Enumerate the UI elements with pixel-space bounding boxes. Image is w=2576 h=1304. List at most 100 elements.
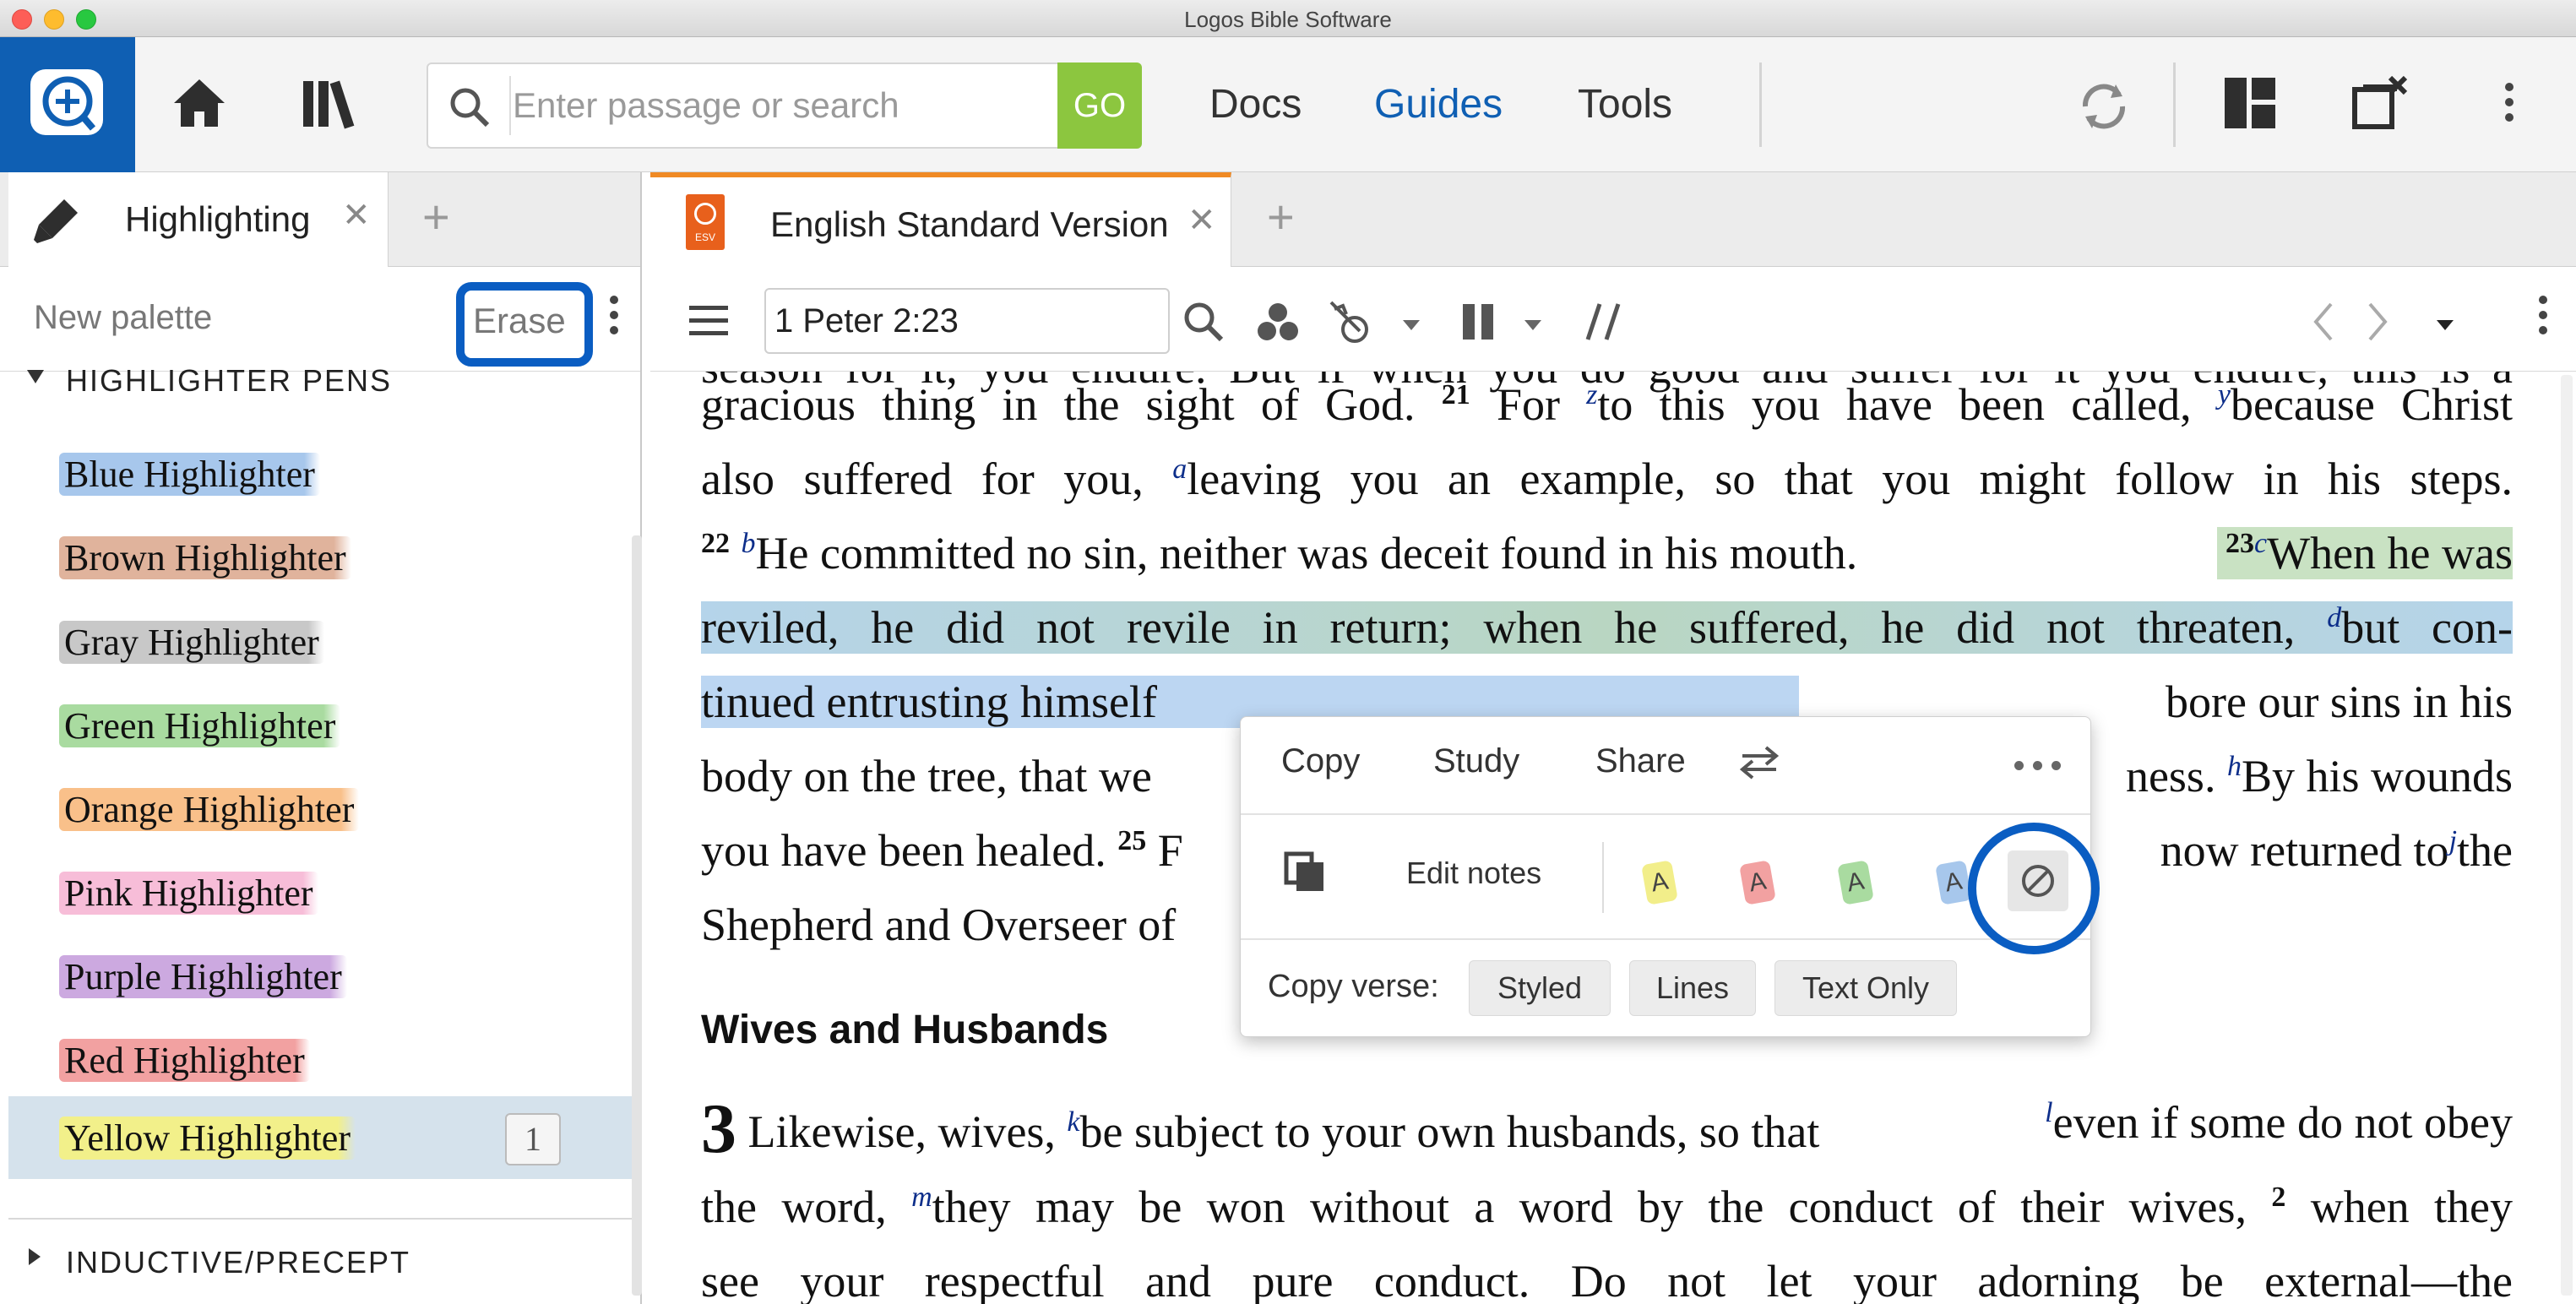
left-scrollbar[interactable] bbox=[632, 535, 642, 1296]
logos-logo-button[interactable] bbox=[0, 37, 135, 172]
panel-menu-icon[interactable] bbox=[689, 304, 728, 338]
highlighter-pen-icon bbox=[34, 199, 78, 243]
yellow-count-badge: 1 bbox=[505, 1113, 561, 1165]
toolbar-divider bbox=[1759, 62, 1762, 147]
esv-book-icon: ESV bbox=[686, 194, 725, 250]
highlighting-panel: Highlighting ✕ + New palette Erase HIGHL… bbox=[0, 172, 642, 1304]
bible-scrollbar[interactable] bbox=[2561, 375, 2573, 1296]
swap-icon[interactable] bbox=[1739, 746, 1780, 780]
palette-name[interactable]: New palette bbox=[34, 299, 212, 337]
tab-esv[interactable]: ESV English Standard Version ✕ bbox=[650, 172, 1231, 267]
search-divider bbox=[509, 76, 511, 135]
yellow-chip[interactable]: A bbox=[1639, 860, 1680, 905]
interlinear-icon[interactable] bbox=[1326, 297, 1377, 346]
pen-red[interactable]: Red Highlighter bbox=[59, 1039, 310, 1082]
sync-icon[interactable] bbox=[2073, 76, 2134, 137]
close-panels-icon[interactable] bbox=[2350, 73, 2410, 133]
history-dropdown-icon[interactable] bbox=[2436, 319, 2454, 331]
highlighted-text[interactable]: 23cWhen he was bbox=[2217, 527, 2513, 579]
parallel-icon[interactable] bbox=[1461, 302, 1495, 341]
nav-guides[interactable]: Guides bbox=[1374, 81, 1503, 128]
bible-panel-menu-icon[interactable] bbox=[2539, 296, 2547, 341]
verse-line-highlighted[interactable]: reviled, he did not revile in return; wh… bbox=[701, 601, 2513, 654]
logos-logo-icon bbox=[30, 69, 103, 135]
footnote-marker: k bbox=[1067, 1106, 1080, 1138]
verse-line: gracious thing in the sight of God. 21 F… bbox=[701, 379, 2514, 430]
green-chip[interactable]: A bbox=[1835, 860, 1876, 905]
visual-filters-icon[interactable] bbox=[1255, 299, 1301, 345]
footnote-marker: h bbox=[2226, 751, 2242, 782]
tab-highlighting-close[interactable]: ✕ bbox=[342, 196, 371, 235]
popup-separator-2 bbox=[1241, 938, 2090, 940]
left-divider bbox=[8, 1218, 632, 1220]
section-inductive-precept[interactable]: INDUCTIVE/PRECEPT bbox=[66, 1245, 410, 1280]
verse-line: 3 Likewise, wives, kbe subject to your o… bbox=[701, 1089, 2513, 1168]
pen-pink[interactable]: Pink Highlighter bbox=[59, 872, 318, 915]
go-button[interactable]: GO bbox=[1057, 62, 1142, 149]
pen-yellow-row[interactable]: Yellow Highlighter 1 bbox=[8, 1096, 632, 1179]
add-tab-button-right[interactable]: + bbox=[1267, 189, 1295, 244]
tab-esv-label: English Standard Version bbox=[770, 204, 1169, 244]
footnote-marker: z bbox=[1586, 379, 1598, 410]
footnote-marker: j bbox=[2448, 825, 2458, 856]
nav-docs[interactable]: Docs bbox=[1209, 81, 1302, 128]
reference-box[interactable] bbox=[764, 288, 1170, 354]
copy-text-only-button[interactable]: Text Only bbox=[1774, 960, 1957, 1016]
pen-blue[interactable]: Blue Highlighter bbox=[59, 453, 320, 496]
pen-purple[interactable]: Purple Highlighter bbox=[59, 955, 347, 998]
interlinear-dropdown-icon[interactable] bbox=[1402, 319, 1421, 331]
verse-line: see your respectful and pure conduct. Do… bbox=[701, 1256, 2513, 1304]
search-panel-icon[interactable] bbox=[1181, 299, 1226, 345]
footnote-marker: m bbox=[911, 1182, 932, 1213]
parallel-dropdown-icon[interactable] bbox=[1524, 319, 1542, 331]
left-tab-bar: Highlighting ✕ + bbox=[0, 172, 640, 267]
palette-menu-icon[interactable] bbox=[610, 296, 618, 341]
copy-lines-button[interactable]: Lines bbox=[1629, 960, 1756, 1016]
verse-line: 22 bHe committed no sin, neither was dec… bbox=[701, 527, 2513, 579]
popup-vdivider bbox=[1602, 842, 1604, 913]
verse-number: 2 bbox=[2271, 1182, 2286, 1213]
pen-gray[interactable]: Gray Highlighter bbox=[59, 621, 324, 664]
layouts-icon[interactable] bbox=[2223, 76, 2277, 130]
popup-separator bbox=[1241, 813, 2090, 815]
expand-triangle-icon[interactable] bbox=[27, 1247, 42, 1267]
footnote-marker: d bbox=[2327, 602, 2342, 633]
copy-styled-button[interactable]: Styled bbox=[1469, 960, 1611, 1016]
search-icon[interactable] bbox=[447, 84, 492, 130]
nav-tools[interactable]: Tools bbox=[1578, 81, 1672, 128]
window-title: Logos Bible Software bbox=[1184, 7, 1392, 32]
red-chip[interactable]: A bbox=[1737, 860, 1778, 905]
tab-esv-close[interactable]: ✕ bbox=[1187, 201, 1216, 240]
footnote-marker: l bbox=[2045, 1097, 2053, 1128]
more-menu-icon[interactable] bbox=[2505, 83, 2514, 128]
popup-copy[interactable]: Copy bbox=[1281, 742, 1360, 780]
section-highlighter-pens[interactable]: HIGHLIGHTER PENS bbox=[66, 363, 392, 399]
add-tab-button[interactable]: + bbox=[422, 189, 450, 244]
popup-study[interactable]: Study bbox=[1433, 742, 1519, 780]
collapse-triangle-icon[interactable] bbox=[25, 368, 46, 385]
footnote-marker: y bbox=[2217, 379, 2231, 410]
copy-notes-icon[interactable] bbox=[1283, 850, 1327, 894]
selection-popup: Copy Study Share Edit notes A A A A Copy… bbox=[1240, 716, 2091, 1037]
library-icon[interactable] bbox=[300, 73, 364, 133]
edit-notes-button[interactable]: Edit notes bbox=[1406, 856, 1541, 891]
back-arrow-icon[interactable] bbox=[2311, 301, 2336, 343]
home-icon[interactable] bbox=[169, 73, 230, 133]
verse-number: 22 bbox=[701, 528, 730, 559]
verse-line: the word, mthey may be won without a wor… bbox=[701, 1182, 2513, 1232]
verse-line: Shepherd and Overseer of bbox=[701, 899, 1177, 950]
tab-highlighting[interactable]: Highlighting ✕ bbox=[8, 172, 389, 267]
pen-orange[interactable]: Orange Highlighter bbox=[59, 788, 360, 831]
bible-toolbar bbox=[650, 267, 2576, 372]
forward-arrow-icon[interactable] bbox=[2365, 301, 2390, 343]
pen-brown[interactable]: Brown Highlighter bbox=[59, 536, 351, 579]
title-bar: Logos Bible Software bbox=[0, 0, 2576, 37]
popup-share[interactable]: Share bbox=[1595, 742, 1686, 780]
sync-resources-icon[interactable] bbox=[1583, 301, 1625, 343]
pen-yellow[interactable]: Yellow Highlighter bbox=[59, 1117, 356, 1160]
pen-green[interactable]: Green Highlighter bbox=[59, 704, 341, 747]
footnote-marker: a bbox=[1172, 454, 1187, 485]
toolbar-divider-2 bbox=[2173, 62, 2176, 147]
popup-more-icon[interactable] bbox=[2014, 761, 2065, 771]
search-input[interactable] bbox=[513, 64, 1053, 147]
